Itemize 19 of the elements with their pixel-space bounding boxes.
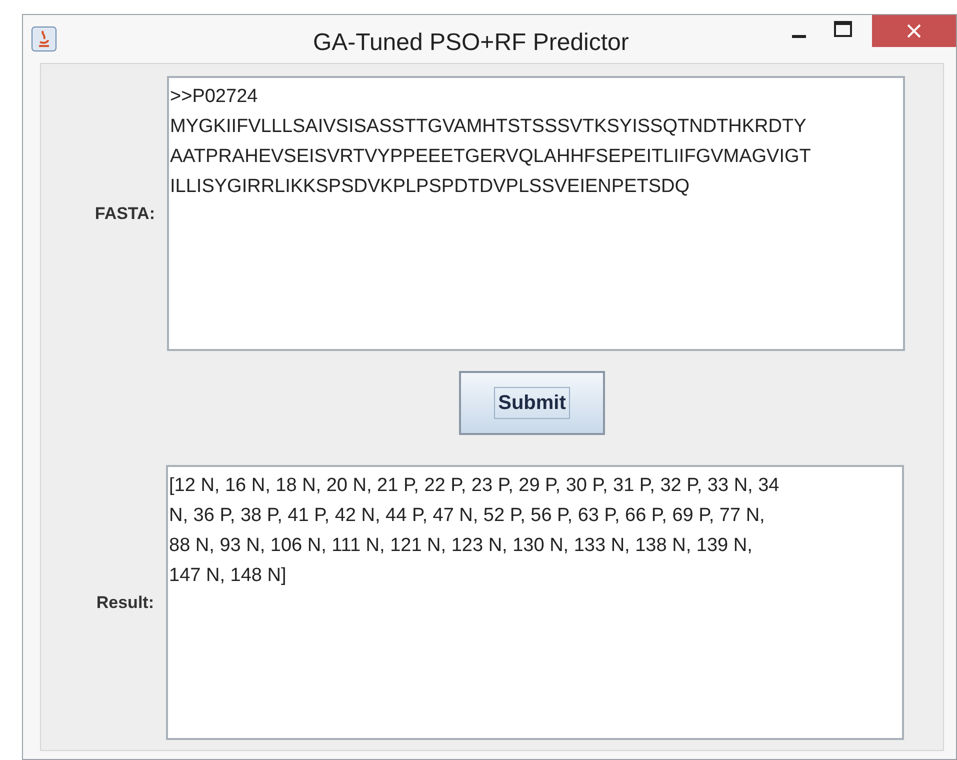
fasta-text-area[interactable]: >>P02724 MYGKIIFVLLLSAIVSISASSTTGVAMHTSTSSSVTKSYISSQTNDTHKRDTY AATPRAHEVSEISVRTVYPPEEETGERVQLAHHFSEPEITLIIFGVMAGVIGT ILLISYGIRRLIKKSPSDVKPLPSPDTDVPLSSVEIENPETSDQ: [167, 76, 905, 351]
result-label: Result:: [95, 592, 155, 614]
close-icon: [907, 24, 921, 38]
maximize-icon[interactable]: [834, 21, 852, 37]
text-line: >>P02724: [170, 85, 258, 109]
result-text-area[interactable]: [166, 465, 904, 740]
app-icon: [31, 26, 57, 52]
text-line: [12 N, 16 N, 18 N, 20 N, 21 P, 22 P, 23 P, 29 P, 30 P, 31 P, 32 P, 33 N, 34: [169, 474, 780, 498]
text-line: 147 N, 148 N]: [169, 564, 286, 588]
text-line: ILLISYGIRRLIKKSPSDVKPLPSPDTDVPLSSVEIENPETSDQ: [170, 175, 690, 199]
minimize-icon[interactable]: [792, 35, 806, 39]
text-line: N, 36 P, 38 P, 41 P, 42 N, 44 P, 47 N, 52 P, 56 P, 63 P, 66 P, 69 P, 77 N,: [169, 504, 765, 528]
text-line: AATPRAHEVSEISVRTVYPPEEETGERVQLAHHFSEPEITLIIFGVMAGVIGT: [170, 145, 811, 169]
submit-button[interactable]: Submit: [459, 371, 605, 435]
window-title: GA-Tuned PSO+RF Predictor: [313, 28, 629, 58]
fasta-label: FASTA:: [94, 202, 156, 225]
close-button[interactable]: [872, 15, 956, 47]
text-line: 88 N, 93 N, 106 N, 111 N, 121 N, 123 N, 130 N, 133 N, 138 N, 139 N,: [169, 534, 752, 558]
text-line: MYGKIIFVLLLSAIVSISASSTTGVAMHTSTSSSVTKSYISSQTNDTHKRDTY: [170, 115, 806, 139]
